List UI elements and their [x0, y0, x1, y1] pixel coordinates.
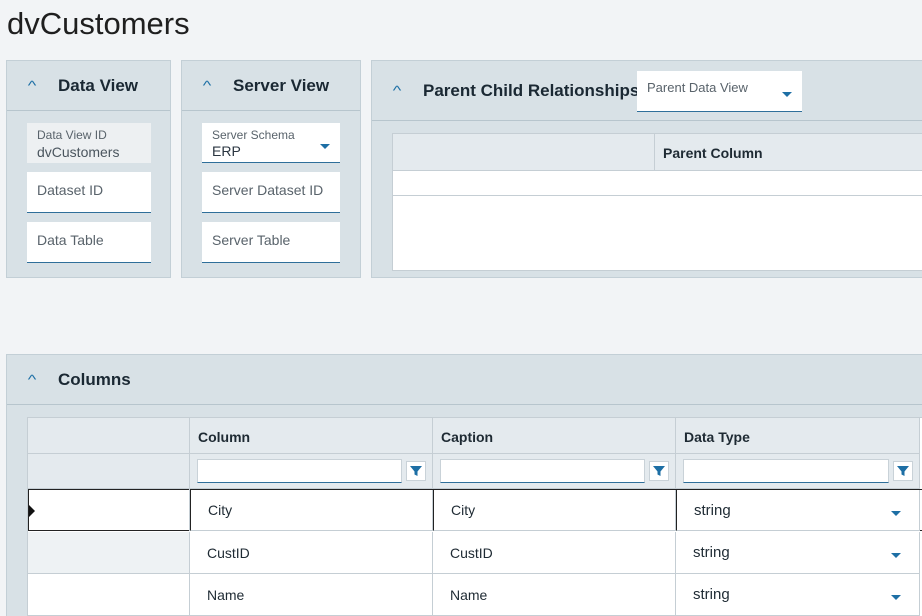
- server-schema-select[interactable]: Server Schema ERP: [202, 123, 340, 163]
- filter-icon[interactable]: [649, 461, 669, 481]
- data-type-value: string: [693, 586, 730, 603]
- chevron-down-icon[interactable]: [320, 144, 330, 149]
- columns-grid: Column Caption Data Type City City strin…: [27, 417, 922, 616]
- columns-panel-header[interactable]: ^ Columns: [7, 355, 922, 405]
- row-header-cell[interactable]: [28, 532, 190, 574]
- chevron-up-icon[interactable]: ^: [19, 78, 44, 93]
- column-cell[interactable]: City: [190, 490, 433, 531]
- server-table-field[interactable]: Server Table: [202, 222, 340, 263]
- chevron-down-icon[interactable]: [891, 595, 901, 600]
- grid-header-blank: [393, 134, 655, 171]
- caption-cell[interactable]: Name: [433, 574, 676, 616]
- parent-data-view-label: Parent Data View: [647, 80, 748, 95]
- parent-data-view-select[interactable]: Parent Data View: [637, 71, 802, 112]
- grid-empty-row: [393, 171, 922, 196]
- chevron-down-icon[interactable]: [782, 92, 792, 97]
- row-header-cell[interactable]: [28, 489, 190, 531]
- data-view-id-value: dvCustomers: [37, 144, 120, 160]
- row-header-cell[interactable]: [28, 574, 190, 616]
- data-view-title: Data View: [58, 75, 139, 95]
- server-dataset-id-field[interactable]: Server Dataset ID: [202, 172, 340, 213]
- filter-icon[interactable]: [406, 461, 426, 481]
- data-view-id-label: Data View ID: [37, 128, 107, 142]
- dataset-id-field[interactable]: Dataset ID: [27, 172, 151, 213]
- dataset-id-placeholder: Dataset ID: [37, 182, 104, 198]
- data-table-field[interactable]: Data Table: [27, 222, 151, 263]
- server-view-title: Server View: [233, 75, 330, 95]
- column-cell[interactable]: CustID: [190, 532, 433, 574]
- columns-panel: ^ Columns Column Caption Data Type City …: [6, 354, 922, 616]
- data-type-value: string: [694, 501, 731, 519]
- grid-header-parent-column[interactable]: Parent Column: [655, 134, 922, 171]
- caption-filter-cell: [433, 454, 676, 489]
- chevron-up-icon[interactable]: ^: [194, 78, 219, 93]
- filter-icon[interactable]: [893, 461, 913, 481]
- columns-title: Columns: [58, 369, 131, 389]
- chevron-up-icon[interactable]: ^: [19, 372, 44, 387]
- data-type-value: string: [693, 544, 730, 561]
- caption-cell[interactable]: City: [433, 490, 676, 531]
- data-type-cell[interactable]: string: [676, 532, 920, 574]
- grid-header-column[interactable]: Column: [190, 418, 433, 454]
- data-type-filter-cell: [676, 454, 920, 489]
- caption-cell[interactable]: CustID: [433, 532, 676, 574]
- server-dataset-id-placeholder: Server Dataset ID: [212, 182, 324, 198]
- column-cell[interactable]: Name: [190, 574, 433, 616]
- grid-header-blank: [28, 418, 190, 454]
- column-filter-input[interactable]: [197, 459, 402, 483]
- data-view-panel: ^ Data View Data View ID dvCustomers Dat…: [6, 60, 171, 278]
- chevron-up-icon[interactable]: ^: [384, 83, 409, 98]
- server-view-panel-header[interactable]: ^ Server View: [182, 61, 360, 111]
- filter-row-blank: [28, 454, 190, 489]
- grid-header-caption[interactable]: Caption: [433, 418, 676, 454]
- parent-child-panel: ^ Parent Child Relationships Parent Data…: [371, 60, 922, 278]
- grid-header-data-type[interactable]: Data Type: [676, 418, 920, 454]
- data-table-placeholder: Data Table: [37, 232, 104, 248]
- parent-child-title: Parent Child Relationships: [423, 80, 640, 100]
- server-schema-value: ERP: [212, 143, 241, 159]
- data-type-cell[interactable]: string: [676, 490, 920, 531]
- server-table-placeholder: Server Table: [212, 232, 291, 248]
- server-view-panel: ^ Server View Server Schema ERP Server D…: [181, 60, 361, 278]
- caption-filter-input[interactable]: [440, 459, 645, 483]
- data-view-panel-header[interactable]: ^ Data View: [7, 61, 170, 111]
- parent-child-grid: Parent Column: [392, 133, 922, 271]
- server-schema-label: Server Schema: [212, 128, 295, 142]
- page-title: dvCustomers: [7, 6, 190, 41]
- data-type-filter-input[interactable]: [683, 459, 889, 483]
- chevron-down-icon[interactable]: [891, 511, 901, 516]
- column-filter-cell: [190, 454, 433, 489]
- chevron-down-icon[interactable]: [891, 553, 901, 558]
- data-view-id-field: Data View ID dvCustomers: [27, 123, 151, 163]
- data-type-cell[interactable]: string: [676, 574, 920, 616]
